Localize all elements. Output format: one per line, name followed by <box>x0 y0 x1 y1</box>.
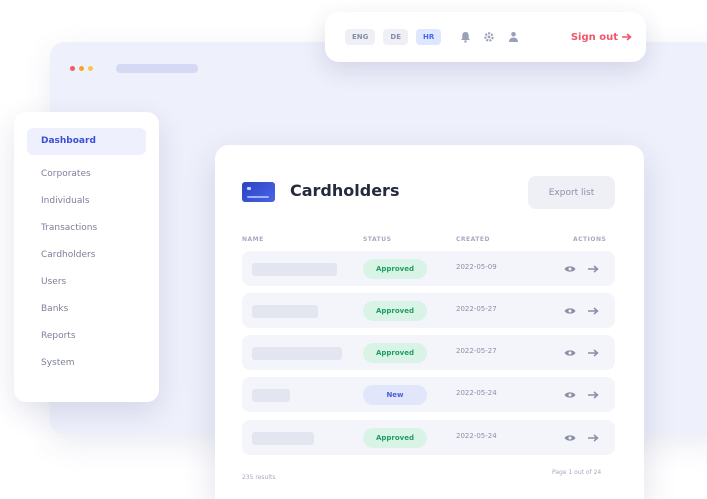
status-badge: New <box>363 385 427 405</box>
created-date: 2022-05-27 <box>456 347 497 355</box>
sidebar-item-system[interactable]: System <box>27 350 146 377</box>
name-placeholder <box>252 389 290 402</box>
sidebar-item-users[interactable]: Users <box>27 269 146 296</box>
arrow-right-icon[interactable] <box>587 304 600 317</box>
status-badge: Approved <box>363 301 427 321</box>
name-placeholder <box>252 263 337 276</box>
eye-icon[interactable] <box>563 304 576 317</box>
export-list-button[interactable]: Export list <box>528 176 615 209</box>
created-date: 2022-05-24 <box>456 389 497 397</box>
arrow-right-icon <box>622 33 632 41</box>
table-row[interactable]: New 2022-05-24 <box>242 377 615 412</box>
created-date: 2022-05-09 <box>456 263 497 271</box>
eye-icon[interactable] <box>563 262 576 275</box>
lang-de-button[interactable]: DE <box>383 29 408 45</box>
eye-icon[interactable] <box>563 431 576 444</box>
sidebar-item-individuals[interactable]: Individuals <box>27 188 146 215</box>
column-created-header[interactable]: CREATED <box>456 236 490 243</box>
address-bar[interactable] <box>116 64 198 73</box>
arrow-right-icon[interactable] <box>587 388 600 401</box>
created-date: 2022-05-24 <box>456 432 497 440</box>
cardholders-card: Cardholders Export list NAME STATUS CREA… <box>215 145 644 499</box>
sidebar-item-banks[interactable]: Banks <box>27 296 146 323</box>
created-date: 2022-05-27 <box>456 305 497 313</box>
sidebar-item-transactions[interactable]: Transactions <box>27 215 146 242</box>
status-badge: Approved <box>363 428 427 448</box>
name-placeholder <box>252 432 314 445</box>
sign-out-button[interactable]: Sign out <box>571 32 632 43</box>
sidebar: Dashboard Corporates Individuals Transac… <box>14 112 159 402</box>
pagination-label: Page 1 out of 24 <box>552 469 602 476</box>
table-row[interactable]: Approved 2022-05-27 <box>242 293 615 328</box>
table-row[interactable]: Approved 2022-05-24 <box>242 420 615 455</box>
results-count: 235 results <box>242 474 276 481</box>
minimize-dot[interactable] <box>79 66 84 71</box>
sidebar-item-reports[interactable]: Reports <box>27 323 146 350</box>
arrow-right-icon[interactable] <box>587 431 600 444</box>
lang-eng-button[interactable]: ENG <box>345 29 376 45</box>
top-bar: ENG DE HR Sign out <box>325 12 646 62</box>
column-name-header[interactable]: NAME <box>242 236 264 243</box>
maximize-dot[interactable] <box>88 66 93 71</box>
sign-out-label: Sign out <box>570 31 618 43</box>
table-row[interactable]: Approved 2022-05-27 <box>242 335 615 370</box>
name-placeholder <box>252 347 342 360</box>
sidebar-item-corporates[interactable]: Corporates <box>27 161 146 188</box>
gear-icon[interactable] <box>481 29 497 45</box>
lang-hr-button[interactable]: HR <box>415 29 442 45</box>
arrow-right-icon[interactable] <box>587 262 600 275</box>
status-badge: Approved <box>363 343 427 363</box>
name-placeholder <box>252 305 318 318</box>
user-icon[interactable] <box>505 29 521 45</box>
status-badge: Approved <box>363 259 427 279</box>
window-controls <box>70 66 93 71</box>
arrow-right-icon[interactable] <box>587 346 600 359</box>
bell-icon[interactable] <box>457 29 473 45</box>
credit-card-icon <box>242 182 275 202</box>
table-row[interactable]: Approved 2022-05-09 <box>242 251 615 286</box>
sidebar-item-cardholders[interactable]: Cardholders <box>27 242 146 269</box>
close-dot[interactable] <box>70 66 75 71</box>
page-title: Cardholders <box>290 181 400 200</box>
eye-icon[interactable] <box>563 346 576 359</box>
column-status-header[interactable]: STATUS <box>363 236 391 243</box>
eye-icon[interactable] <box>563 388 576 401</box>
column-actions-header: ACTIONS <box>573 236 607 243</box>
sidebar-item-dashboard[interactable]: Dashboard <box>27 128 146 155</box>
